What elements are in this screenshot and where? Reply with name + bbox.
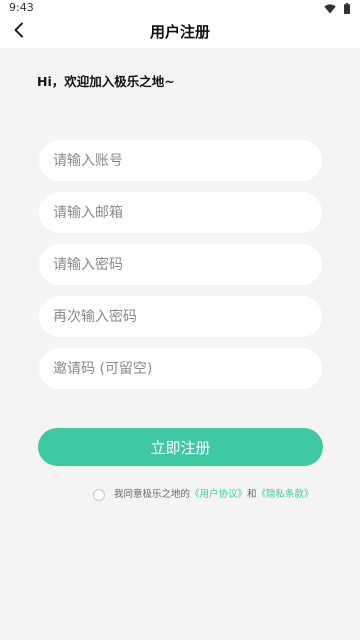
- app-bar: 用户注册: [0, 16, 360, 48]
- email-field[interactable]: [39, 192, 322, 233]
- status-time: 9:43: [9, 1, 34, 14]
- email-input[interactable]: [53, 204, 308, 221]
- invite-code-input[interactable]: [53, 360, 308, 377]
- account-input[interactable]: [53, 152, 308, 169]
- agreement-conjunction: 和: [247, 489, 257, 500]
- agreement-prefix: 我同意极乐之地的: [114, 489, 191, 500]
- register-button[interactable]: 立即注册: [38, 428, 323, 466]
- status-icons: [324, 3, 350, 14]
- password-field[interactable]: [39, 244, 322, 285]
- agreement-row: 我同意极乐之地的 《用户协议》 和 《隐私条款》: [93, 488, 314, 502]
- user-agreement-link[interactable]: 《用户协议》: [190, 488, 247, 502]
- battery-icon: [344, 3, 350, 14]
- password-input[interactable]: [53, 256, 308, 273]
- wifi-icon: [324, 3, 336, 14]
- privacy-policy-link[interactable]: 《隐私条款》: [257, 488, 314, 502]
- account-field[interactable]: [39, 140, 322, 181]
- invite-code-field[interactable]: [39, 348, 322, 389]
- confirm-password-input[interactable]: [53, 308, 308, 325]
- confirm-password-field[interactable]: [39, 296, 322, 337]
- welcome-text: Hi，欢迎加入极乐之地~: [37, 74, 175, 89]
- page-title: 用户注册: [149, 23, 210, 41]
- status-bar: 9:43: [0, 0, 360, 16]
- agree-checkbox[interactable]: [93, 489, 105, 501]
